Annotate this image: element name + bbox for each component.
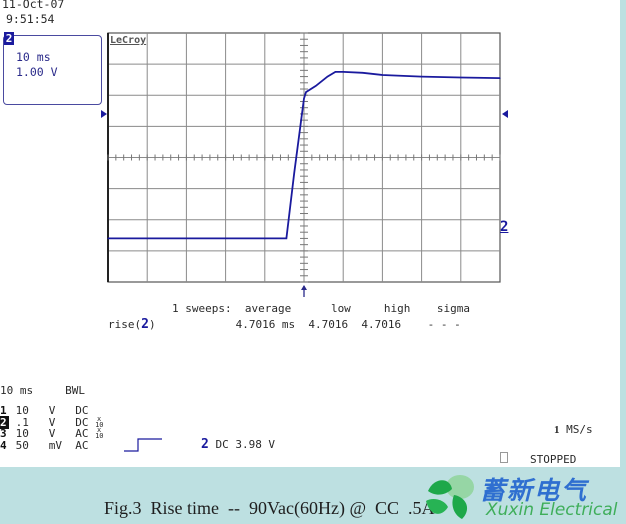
probe-attenuation-icon: x 10 <box>95 426 104 440</box>
acquisition-status-icon <box>500 452 508 463</box>
measurement-param: rise( <box>108 318 142 331</box>
measurement-header: 1 sweeps: average low high sigma <box>172 302 471 315</box>
trace-point <box>225 237 227 240</box>
timebase-readout: 10 ms BWL <box>0 384 85 397</box>
leaf-logo-icon <box>426 475 474 519</box>
trace-point <box>305 91 307 93</box>
oscilloscope-graticule <box>101 32 508 297</box>
trigger-level: DC 3.98 V <box>215 438 276 451</box>
trigger-arrow-head <box>301 285 307 290</box>
acquisition-status[interactable]: STOPPED <box>530 453 576 466</box>
trace-point <box>146 237 148 240</box>
trigger-level-marker-right[interactable] <box>502 110 508 118</box>
trace-point <box>342 71 344 73</box>
trace-point <box>303 97 305 99</box>
trace-point <box>334 71 336 73</box>
trace-point <box>381 74 383 76</box>
sample-rate: 1 MS/s <box>554 423 593 436</box>
measurement-paren: ) <box>148 318 156 331</box>
trace-point <box>293 172 295 174</box>
trigger-level-marker-left[interactable] <box>101 110 107 118</box>
channel-2-ground-marker[interactable]: 2 <box>500 219 508 235</box>
trigger-channel: 2 <box>201 437 209 452</box>
trace-point <box>499 77 501 79</box>
measurement-channel: 2 <box>141 317 149 332</box>
trace-point <box>315 85 317 87</box>
channel-setting-row[interactable]: 4 50 mV AC <box>0 439 95 452</box>
bwl-indicator: BWL <box>65 384 85 397</box>
watermark-english: Xuxin Electrical <box>486 500 618 520</box>
trace-point <box>421 75 423 78</box>
trigger-readout[interactable]: 2 DC 3.98 V <box>201 437 275 452</box>
figure-caption: Fig.3 Rise time -- 90Vac(60Hz) @ CC .5A <box>104 498 435 518</box>
brand-logo: LeCroy <box>110 35 147 46</box>
channel-number: 4 <box>0 438 7 452</box>
trace-point <box>460 76 462 79</box>
watermark-logo: 蓄新电气 Xuxin Electrical <box>420 473 626 524</box>
trace-point <box>285 237 287 240</box>
sample-rate-value: 1 <box>554 424 560 436</box>
timebase-value: 10 ms <box>0 384 34 397</box>
channel-scale-coupling: 50 mV AC <box>9 438 96 452</box>
trace-point <box>326 75 329 78</box>
trigger-edge-icon <box>124 438 162 452</box>
measurement-values: 4.7016 ms 4.7016 4.7016 - - - <box>235 318 461 331</box>
trace-point <box>107 237 109 240</box>
trace-point <box>362 72 364 74</box>
sample-rate-unit: MS/s <box>566 423 593 436</box>
trace-point <box>185 237 187 240</box>
trace-point <box>264 237 266 240</box>
measurement-row-rise: rise(2) 4.7016 ms 4.7016 4.7016 - - - <box>108 317 461 332</box>
